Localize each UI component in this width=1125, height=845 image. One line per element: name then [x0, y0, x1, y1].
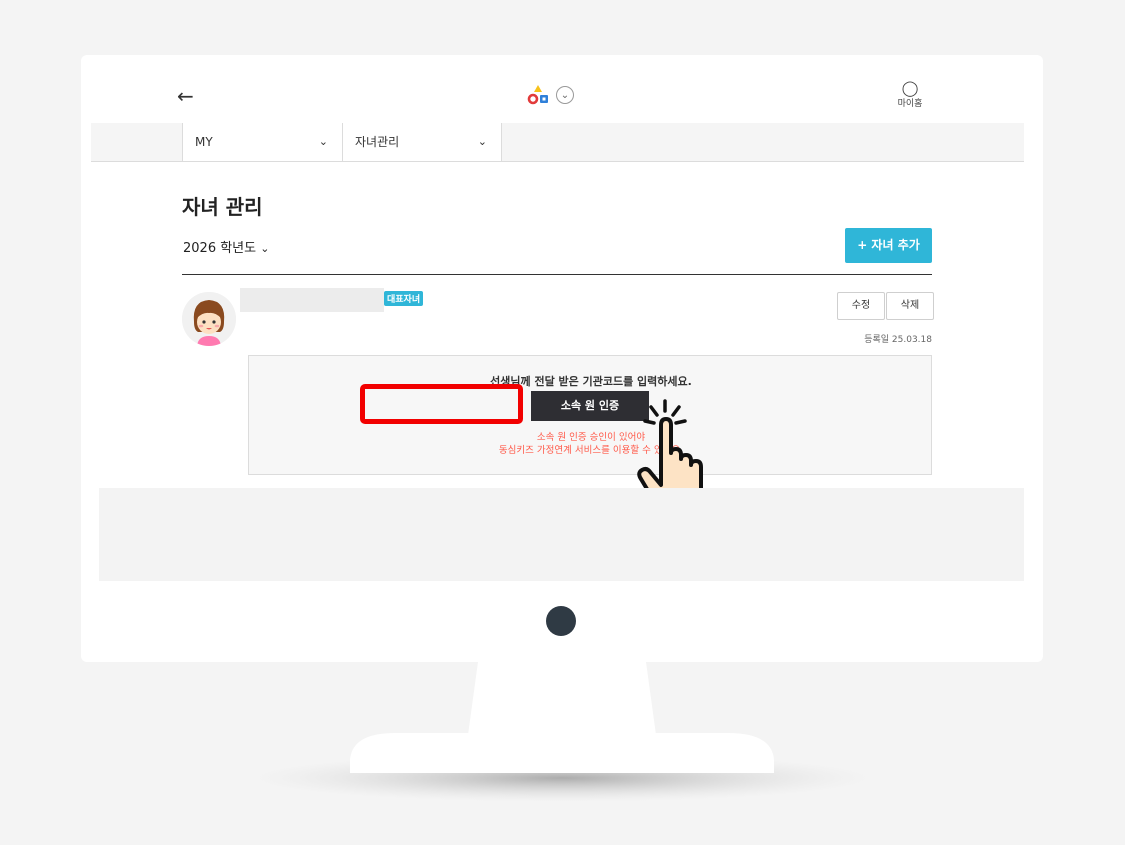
child-avatar — [182, 292, 236, 346]
highlight-box — [360, 384, 523, 424]
page-title: 자녀 관리 — [182, 195, 263, 219]
breadcrumb-my[interactable]: MY ⌄ — [182, 123, 342, 161]
chevron-down-icon[interactable]: ⌄ — [556, 86, 574, 104]
breadcrumb-child-management[interactable]: 자녀관리 ⌄ — [342, 123, 502, 161]
child-name-redacted — [240, 288, 384, 312]
app-screen: ← ⌄ ◯ 마이홈 MY ⌄ 자녀관리 ⌄ 자녀 관리 2026 학년도 ⌄ +… — [91, 72, 1024, 581]
year-select[interactable]: 2026 학년도 ⌄ — [183, 237, 269, 256]
registered-date: 등록일 25.03.18 — [864, 335, 932, 345]
representative-badge: 대표자녀 — [384, 291, 424, 306]
breadcrumb-my-label: MY — [195, 135, 213, 149]
delete-button[interactable]: 삭제 — [886, 292, 934, 320]
breadcrumb: MY ⌄ 자녀관리 ⌄ — [91, 123, 1024, 162]
verification-prompt: 선생님께 전달 받은 기관코드를 입력하세요. — [490, 375, 692, 388]
notice-line-1: 소속 원 인증 승인이 있어야 — [536, 432, 646, 443]
person-icon: ◯ — [901, 79, 919, 97]
breadcrumb-child-label: 자녀관리 — [355, 135, 400, 149]
my-home-label: 마이홈 — [897, 99, 923, 109]
edit-button[interactable]: 수정 — [837, 292, 885, 320]
monitor-frame: ← ⌄ ◯ 마이홈 MY ⌄ 자녀관리 ⌄ 자녀 관리 2026 학년도 ⌄ +… — [81, 55, 1043, 662]
divider — [182, 274, 932, 275]
chevron-down-icon: ⌄ — [477, 135, 487, 148]
year-select-label: 2026 학년도 — [183, 241, 257, 256]
footer-area — [99, 488, 1024, 581]
add-child-button[interactable]: + 자녀 추가 — [845, 228, 932, 263]
my-home-link[interactable]: ◯ 마이홈 — [895, 80, 925, 109]
arrow-left-icon[interactable]: ← — [177, 84, 194, 108]
verification-card: 선생님께 전달 받은 기관코드를 입력하세요. 소속 원 인증 소속 원 인증 … — [248, 355, 932, 475]
power-button-icon — [546, 606, 576, 636]
verification-notice: 소속 원 인증 승인이 있어야 동심키즈 가정연계 서비스를 이용할 수 있어요… — [249, 431, 933, 457]
chevron-down-icon: ⌄ — [260, 242, 270, 255]
notice-line-2: 동심키즈 가정연계 서비스를 이용할 수 있어요. — [498, 445, 684, 456]
top-header: ← ⌄ ◯ 마이홈 — [91, 72, 1024, 124]
chevron-down-icon: ⌄ — [318, 135, 328, 148]
